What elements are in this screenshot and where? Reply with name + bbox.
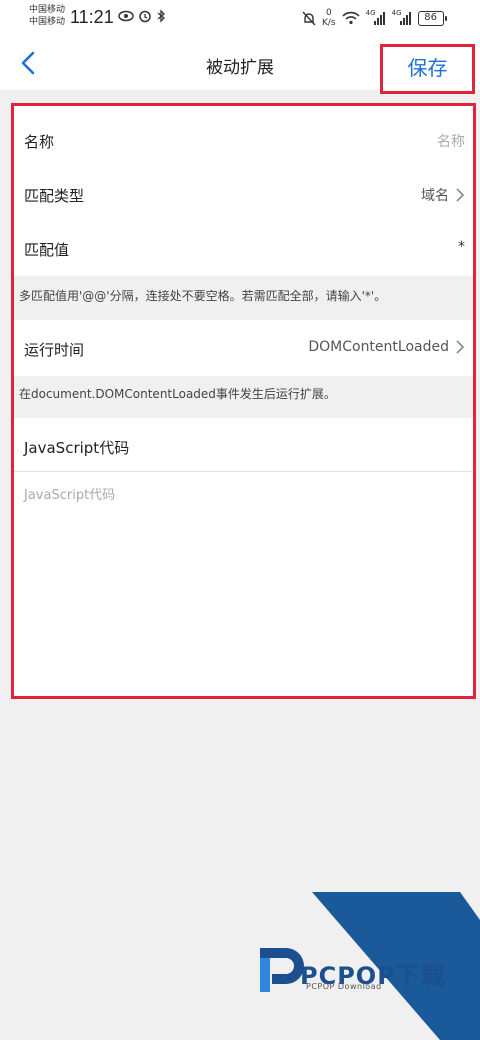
wifi-icon (342, 11, 360, 25)
run-time-value: DOMContentLoaded (308, 339, 449, 355)
match-value-row[interactable]: 匹配值 * (14, 222, 473, 276)
watermark-subtitle: PCPOP Download (306, 982, 382, 991)
extension-form: 名称 名称 匹配类型 域名 匹配值 * 多匹配值用'@@'分隔，连接处不要空格。… (11, 103, 476, 699)
name-placeholder: 名称 (437, 134, 465, 150)
status-icons-right: 0 K/s 4G 4G 86 (302, 8, 447, 28)
nav-bar: 被动扩展 保存 (0, 36, 480, 94)
status-bar: 中国移动 中国移动 11:21 0 K/s 4G 4G 86 (0, 0, 480, 36)
match-value-input[interactable]: * (458, 239, 465, 255)
chevron-right-icon (456, 188, 465, 202)
match-type-row[interactable]: 匹配类型 域名 (14, 168, 473, 222)
match-type-value: 域名 (421, 188, 449, 204)
status-time: 11:21 (70, 7, 114, 27)
run-time-hint: 在document.DOMContentLoaded事件发生后运行扩展。 (14, 376, 473, 418)
run-time-label: 运行时间 (24, 341, 85, 359)
status-icons-left (118, 9, 166, 23)
alarm-icon (139, 10, 151, 23)
battery-indicator: 86 (417, 10, 447, 26)
signal-1-label: 4G (365, 8, 376, 17)
net-speed: 0 K/s (322, 8, 336, 28)
chevron-right-icon (456, 340, 465, 354)
net-speed-value: 0 (325, 8, 332, 18)
eye-icon (118, 10, 134, 22)
code-header: JavaScript代码 (14, 418, 473, 472)
signal-2-label: 4G (391, 8, 402, 17)
match-type-value-wrap: 域名 (421, 185, 465, 205)
save-button[interactable]: 保存 (380, 44, 475, 94)
watermark-logo-icon (260, 948, 304, 992)
code-input[interactable]: JavaScript代码 (24, 484, 464, 684)
signal-1: 4G (365, 8, 386, 26)
match-value-label: 匹配值 (24, 241, 70, 259)
name-label: 名称 (24, 133, 55, 151)
match-hint: 多匹配值用'@@'分隔，连接处不要空格。若需匹配全部，请输入'*'。 (14, 276, 473, 320)
name-input[interactable]: 名称 (437, 131, 465, 151)
carrier-info: 中国移动 中国移动 (29, 4, 65, 28)
signal-2: 4G (391, 8, 412, 26)
carrier-2: 中国移动 (29, 17, 66, 27)
run-time-row[interactable]: 运行时间 DOMContentLoaded (14, 322, 473, 376)
match-value-text: * (458, 239, 465, 255)
code-placeholder: JavaScript代码 (24, 488, 116, 503)
bluetooth-icon (157, 9, 165, 23)
carrier-1: 中国移动 (29, 5, 66, 15)
mute-icon (302, 11, 316, 25)
code-label: JavaScript代码 (24, 439, 130, 457)
name-row[interactable]: 名称 名称 (14, 114, 473, 168)
match-type-label: 匹配类型 (24, 187, 85, 205)
net-speed-unit: K/s (322, 18, 336, 28)
run-time-value-wrap: DOMContentLoaded (308, 339, 465, 355)
